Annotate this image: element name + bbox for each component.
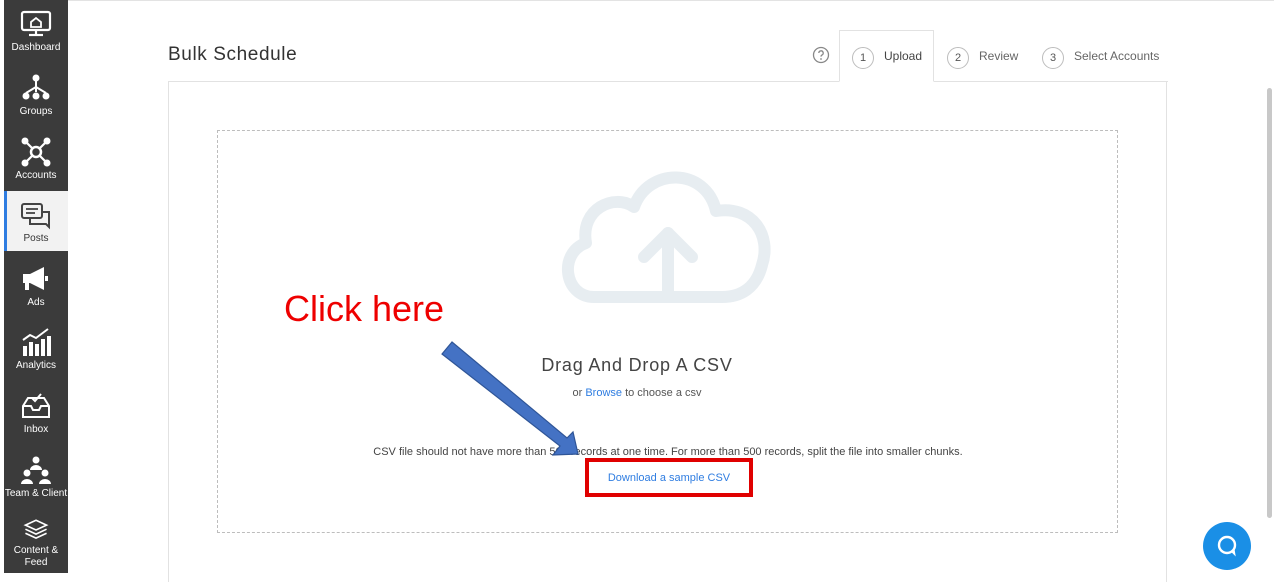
- annotation-text: Click here: [284, 288, 445, 329]
- tab-review[interactable]: 2 Review: [947, 30, 1018, 82]
- dropzone-subtitle: or Browse to choose a csv: [0, 387, 1274, 399]
- sidebar-item-posts[interactable]: Posts: [4, 191, 68, 251]
- highlight-box: Download a sample CSV: [585, 458, 753, 497]
- tab-select-accounts[interactable]: 3 Select Accounts: [1042, 30, 1159, 82]
- sidebar-item-content-feed[interactable]: Content & Feed: [4, 509, 68, 569]
- sidebar: Dashboard Groups Accounts Posts Ads Anal…: [4, 0, 68, 573]
- tab-label: Upload: [884, 49, 923, 63]
- sidebar-item-accounts[interactable]: Accounts: [4, 128, 68, 188]
- sidebar-item-label: Posts: [23, 233, 49, 244]
- groups-icon: [22, 74, 50, 100]
- sidebar-item-label: Ads: [27, 297, 45, 308]
- sidebar-item-label: Accounts: [15, 170, 57, 181]
- dropzone-title: Drag And Drop A CSV: [541, 355, 733, 375]
- download-sample-csv-link[interactable]: Download a sample CSV: [608, 472, 730, 484]
- page-title: Bulk Schedule: [168, 44, 298, 65]
- sidebar-item-label: Inbox: [23, 424, 49, 435]
- sidebar-item-ads[interactable]: Ads: [4, 255, 68, 315]
- team-icon: [21, 456, 51, 484]
- active-indicator: [4, 191, 7, 251]
- sidebar-item-dashboard[interactable]: Dashboard: [4, 0, 68, 60]
- scrollbar[interactable]: [1267, 88, 1272, 518]
- top-divider: [68, 0, 1274, 1]
- cloud-upload-icon: [561, 171, 771, 303]
- megaphone-icon: [23, 267, 48, 290]
- analytics-icon: [22, 328, 51, 356]
- subtitle-suffix: to choose a csv: [625, 387, 702, 399]
- content-icon: [23, 519, 49, 540]
- sidebar-item-label: Team & Client: [4, 488, 68, 499]
- csv-limit-note: CSV file should not have more than 500 r…: [373, 446, 963, 458]
- sidebar-item-label: Content & Feed: [13, 545, 59, 568]
- posts-icon: [21, 203, 50, 230]
- sidebar-item-label: Dashboard: [11, 42, 61, 53]
- step-number: 3: [1042, 46, 1064, 69]
- step-number: 1: [852, 46, 874, 69]
- tab-label: Select Accounts: [1074, 49, 1160, 63]
- chat-bubble-icon: [1217, 535, 1237, 557]
- sidebar-item-groups[interactable]: Groups: [4, 64, 68, 124]
- monitor-icon: [20, 10, 52, 37]
- browse-link[interactable]: Browse: [585, 387, 622, 399]
- step-number: 2: [947, 46, 969, 69]
- accounts-icon: [21, 137, 51, 167]
- subtitle-prefix: or: [572, 387, 583, 399]
- chat-button[interactable]: [1203, 522, 1251, 570]
- sidebar-item-label: Groups: [19, 106, 53, 117]
- tab-label: Review: [979, 49, 1019, 63]
- tab-upload[interactable]: 1 Upload: [839, 30, 934, 82]
- question-circle-icon[interactable]: [812, 46, 830, 64]
